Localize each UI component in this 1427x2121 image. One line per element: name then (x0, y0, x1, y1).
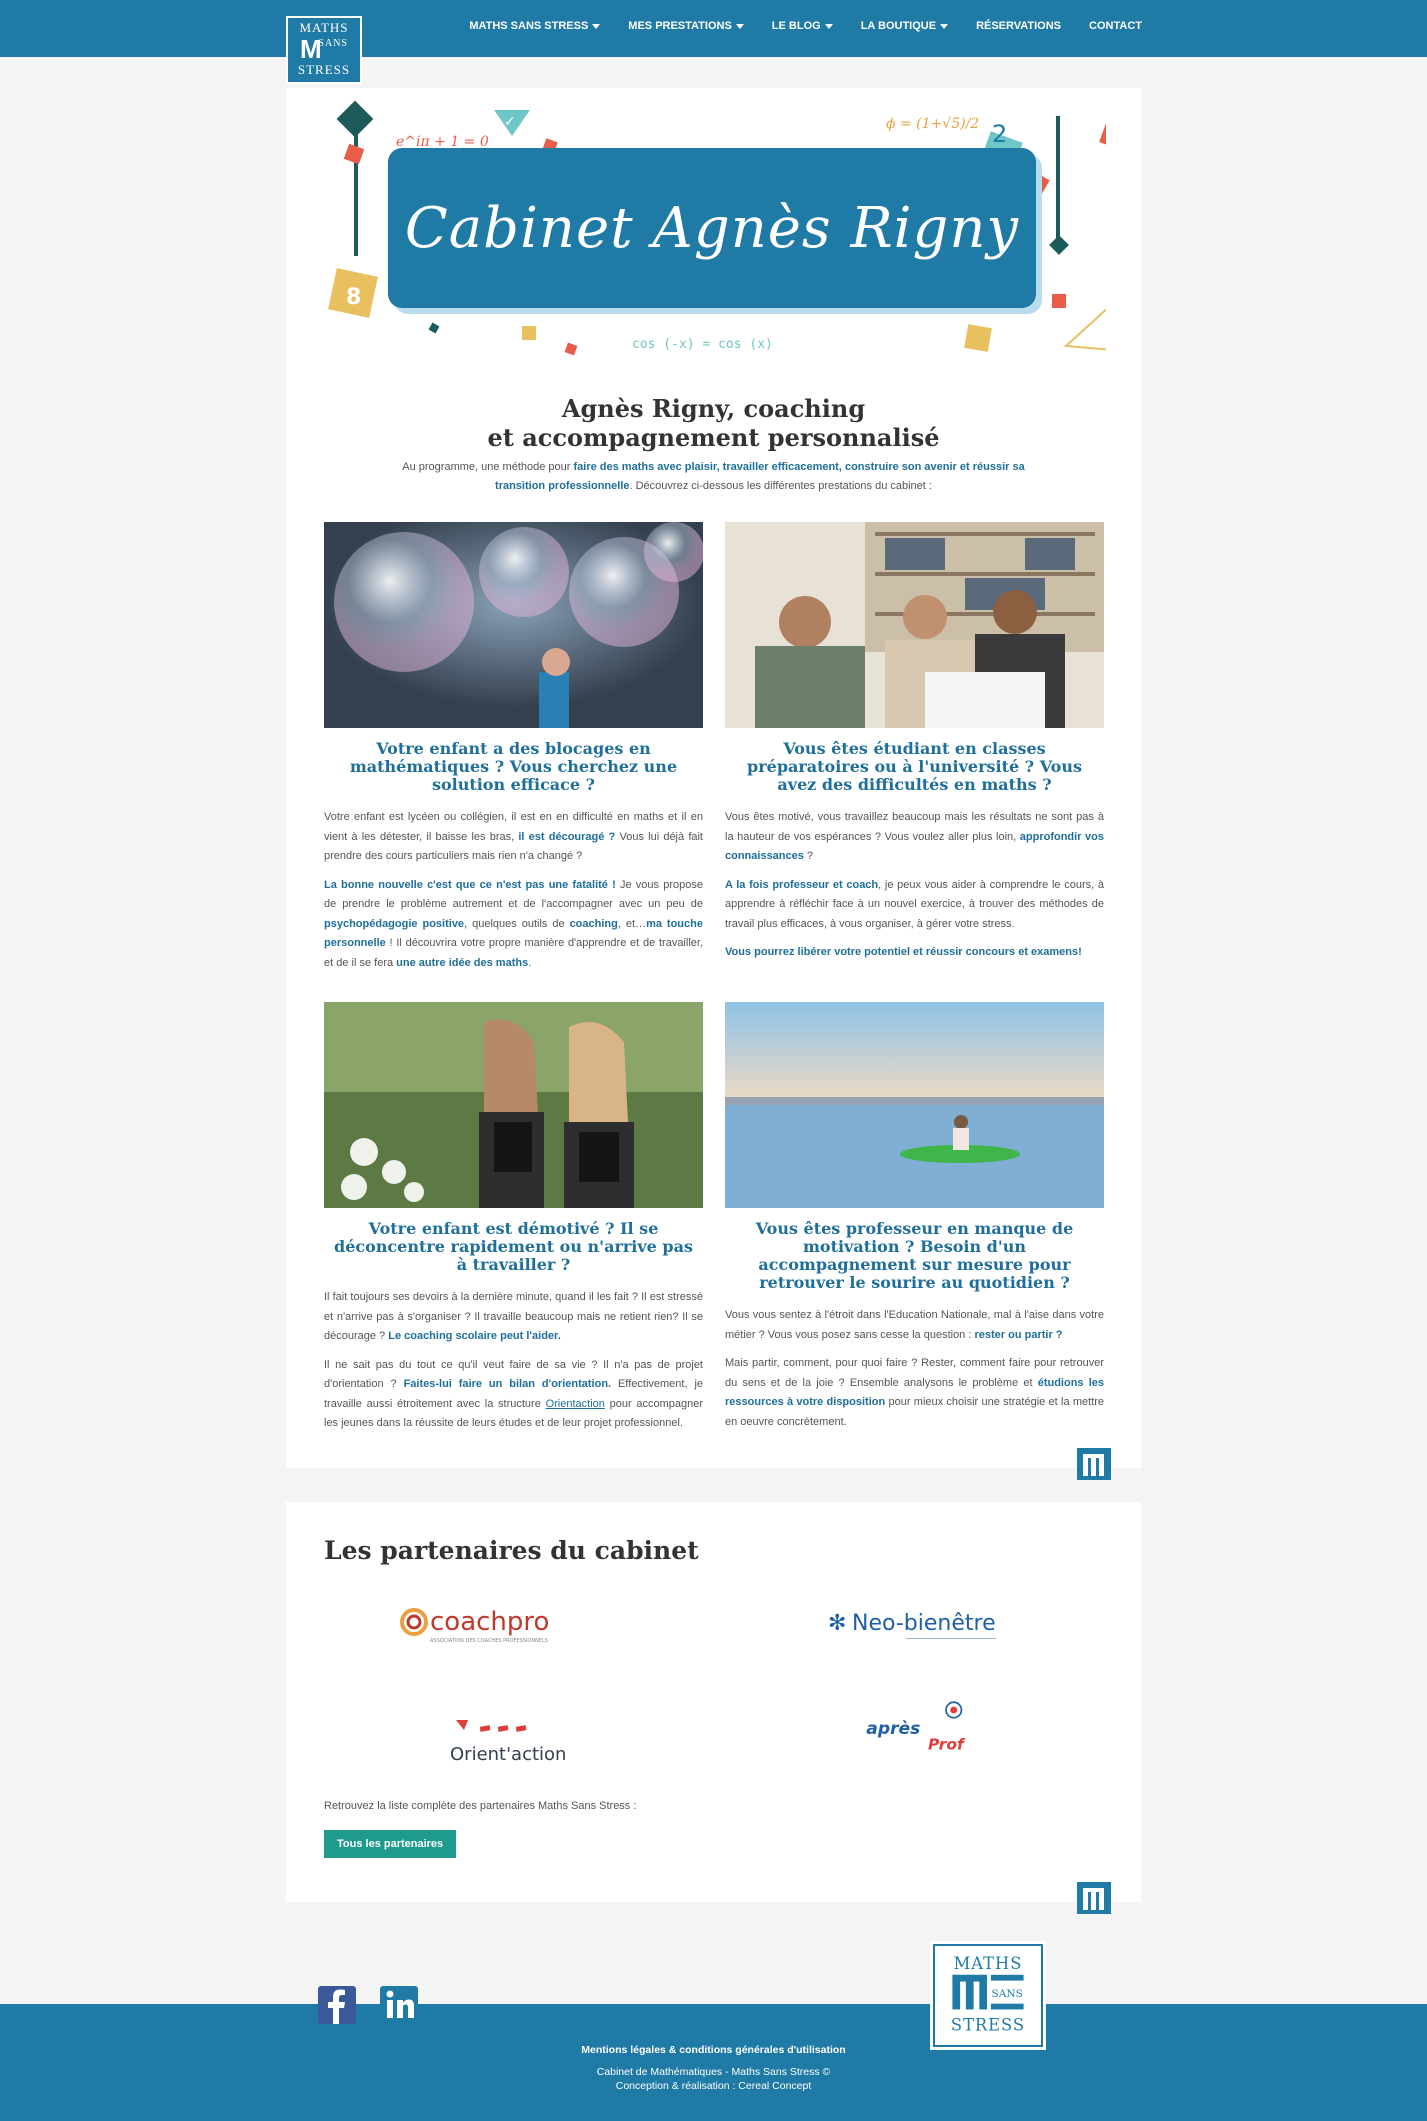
footer-logo-text: STRESS (951, 2016, 1025, 2035)
service-title[interactable]: Vous êtes étudiant en classes préparatoi… (725, 740, 1104, 794)
service-card: Vous êtes professeur en manque de motiva… (725, 1002, 1104, 1441)
coachpro-text: coachpro (430, 1607, 549, 1637)
logo-sans: SANS (318, 38, 348, 49)
nav-la-boutique[interactable]: LA BOUTIQUE (860, 20, 949, 32)
caret-down-icon (735, 23, 744, 29)
footer-logo[interactable]: MATHS SANS STRESS (933, 1944, 1043, 2047)
copyright-text: Cabinet de Mathématiques - Maths Sans St… (596, 2066, 831, 2078)
main-nav: MATHS SANS STRESS MES PRESTATIONS LE BLO… (469, 20, 1142, 32)
intro-title-line: Agnès Rigny, coaching (561, 394, 866, 423)
text: ? (803, 850, 814, 862)
intro-title-line: et accompagnement personnalisé (487, 423, 940, 452)
m-logo-icon (1077, 1448, 1111, 1480)
service-body: Votre enfant est lycéen ou collégien, il… (324, 808, 703, 973)
star-icon: ✻ (828, 1611, 846, 1636)
svg-text:8: 8 (346, 285, 361, 310)
service-card: Vous êtes étudiant en classes préparatoi… (725, 522, 1104, 972)
kayak-lake-image[interactable] (725, 1002, 1104, 1208)
students-library-image[interactable] (725, 522, 1104, 728)
orientaction-link[interactable]: Orientaction (546, 1398, 605, 1410)
service-title[interactable]: Votre enfant a des blocages en mathémati… (324, 740, 703, 794)
apres-text: après (866, 1719, 920, 1739)
nav-contact[interactable]: CONTACT (1089, 20, 1142, 32)
logo-text: STRESS (297, 62, 351, 77)
service-link[interactable]: Vous pourrez libérer votre potentiel et … (725, 946, 1082, 958)
service-link[interactable]: La bonne nouvelle c'est que ce n'est pas… (324, 879, 616, 891)
formula-phi: ϕ = (1+√5)/2 (886, 116, 979, 132)
service-link[interactable]: Faites-lui faire un bilan d'orientation. (404, 1378, 612, 1390)
service-link[interactable]: psychopédagogie positive (324, 918, 464, 930)
neo-text: Neo-bienêtre (852, 1611, 996, 1636)
nav-label: MES PRESTATIONS (628, 20, 732, 32)
service-title[interactable]: Vous êtes professeur en manque de motiva… (725, 1220, 1104, 1292)
service-card: Votre enfant a des blocages en mathémati… (324, 522, 703, 982)
caret-down-icon (824, 23, 833, 29)
nav-label: MATHS SANS STRESS (469, 20, 589, 32)
text: Au programme, une méthode pour (402, 461, 574, 473)
site-logo[interactable]: MATHS M SANS STRESS (286, 16, 362, 84)
text: , et… (617, 917, 647, 930)
service-link[interactable]: A la fois professeur et coach (725, 879, 878, 891)
intro-title: Agnès Rigny, coaching et accompagnement … (286, 394, 1141, 452)
top-navbar: MATHS SANS STRESS MES PRESTATIONS LE BLO… (0, 0, 1427, 57)
intro-text: Au programme, une méthode pour faire des… (396, 458, 1031, 496)
service-body: Vous vous sentez à l'étroit dans l'Educa… (725, 1306, 1104, 1432)
facebook-icon[interactable] (318, 1986, 356, 2024)
svg-text:✓: ✓ (504, 114, 516, 130)
service-card: Votre enfant est démotivé ? Il se déconc… (324, 1002, 703, 1443)
service-body: Il fait toujours ses devoirs à la derniè… (324, 1288, 703, 1434)
coachpro-subtitle: ASSOCIATION DES COACHES PROFESSIONNELS (430, 1638, 548, 1644)
apres-prof-logo[interactable]: après Prof (846, 1698, 1106, 1758)
nav-label: LA BOUTIQUE (860, 20, 937, 32)
girls-walking-image[interactable] (324, 1002, 703, 1208)
nav-mes-prestations[interactable]: MES PRESTATIONS (628, 20, 744, 32)
bubbles-image[interactable] (324, 522, 703, 728)
service-link[interactable]: il est découragé ? (518, 831, 615, 843)
partners-title: Les partenaires du cabinet (324, 1536, 699, 1565)
text: , quelques outils de (464, 917, 570, 930)
logo-text: MATHS (299, 20, 349, 35)
text: . (528, 956, 532, 969)
m-logo-icon (1077, 1882, 1111, 1914)
service-title[interactable]: Votre enfant est démotivé ? Il se déconc… (324, 1220, 703, 1274)
partners-section: Les partenaires du cabinet coachpro ASSO… (286, 1502, 1141, 1914)
service-link[interactable]: une autre idée des maths (396, 957, 528, 969)
orientaction-text: Orient'action (450, 1744, 566, 1765)
prof-text: Prof (928, 1735, 966, 1753)
legal-link[interactable]: Mentions légales & conditions générales … (0, 2044, 1427, 2056)
hero-banner: 8 ✓ e^iπ + 1 = 0 ϕ = (1+√5)/2 2 cos (-x)… (326, 96, 1106, 366)
coachpro-logo[interactable]: coachpro ASSOCIATION DES COACHES PROFESS… (396, 1594, 656, 1654)
service-link[interactable]: Le coaching scolaire peut l'aider. (388, 1330, 561, 1342)
service-link[interactable]: rester ou partir ? (974, 1329, 1062, 1341)
caret-down-icon (592, 23, 601, 29)
credit-text[interactable]: Conception & réalisation : Cereal Concep… (0, 2080, 1427, 2092)
nav-label: LE BLOG (771, 20, 821, 32)
banner-plate: Cabinet Agnès Rigny (388, 148, 1036, 308)
caret-down-icon (940, 23, 949, 29)
logo-m: M SANS (296, 36, 352, 62)
linkedin-icon[interactable] (380, 1986, 418, 2024)
footer-logo-text: MATHS (954, 1954, 1023, 1973)
footer-logo-sans: SANS (992, 1988, 1023, 2000)
service-link[interactable]: coaching (570, 918, 618, 930)
nav-reservations[interactable]: RÉSERVATIONS (976, 20, 1061, 32)
orientaction-logo[interactable]: Orient'action (448, 1712, 708, 1772)
formula-cos: cos (-x) = cos (x) (632, 337, 773, 352)
nav-le-blog[interactable]: LE BLOG (772, 20, 833, 32)
service-body: Vous êtes motivé, vous travaillez beauco… (725, 808, 1104, 963)
partners-caption: Retrouvez la liste complète des partenai… (324, 1800, 637, 1812)
nav-maths-sans-stress[interactable]: MATHS SANS STRESS (469, 20, 601, 32)
all-partners-button[interactable]: Tous les partenaires (324, 1830, 457, 1858)
hero-title: Cabinet Agnès Rigny (404, 195, 1020, 261)
text: . Découvrez ci-dessous les différentes p… (629, 480, 932, 492)
main-content: 8 ✓ e^iπ + 1 = 0 ϕ = (1+√5)/2 2 cos (-x)… (286, 88, 1141, 1480)
number-two: 2 (992, 120, 1007, 148)
footer: Mentions légales & conditions générales … (0, 2004, 1427, 2121)
neo-bienetre-logo[interactable]: ✻ Neo-bienêtre (826, 1594, 1086, 1654)
